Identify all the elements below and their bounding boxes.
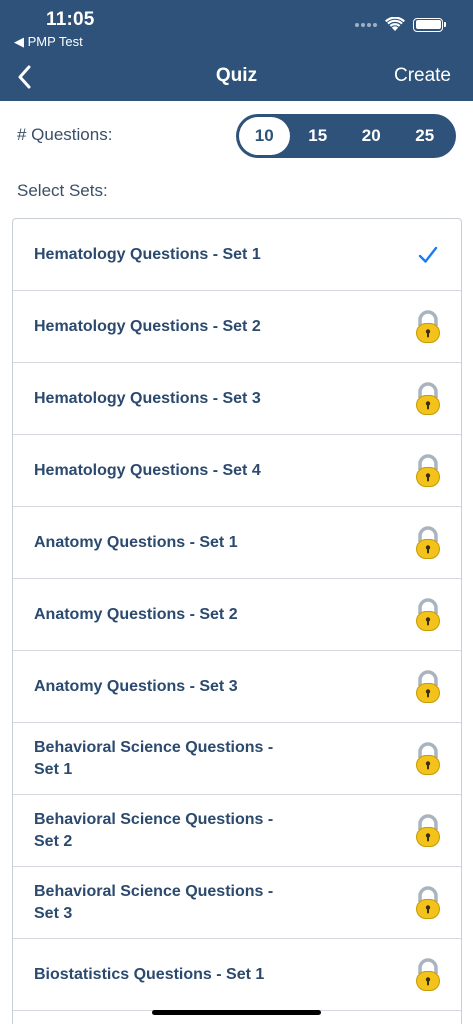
set-label: Hematology Questions - Set 4: [34, 461, 261, 479]
set-label: Hematology Questions - Set 2: [34, 317, 261, 335]
questions-option-20[interactable]: 20: [346, 117, 397, 155]
battery-icon: [413, 17, 446, 32]
cellular-signal-icon: [355, 22, 377, 27]
home-indicator: [152, 1010, 321, 1015]
set-row[interactable]: Anatomy Questions - Set 2: [13, 579, 461, 651]
set-label: Anatomy Questions - Set 1: [34, 533, 238, 551]
set-row[interactable]: Anatomy Questions - Set 1: [13, 507, 461, 579]
lock-icon: [415, 453, 441, 488]
set-label: Hematology Questions - Set 3: [34, 389, 261, 407]
set-label: Anatomy Questions - Set 2: [34, 605, 238, 623]
set-row[interactable]: Hematology Questions - Set 4: [13, 435, 461, 507]
status-time: 11:05: [46, 9, 95, 30]
questions-option-25[interactable]: 25: [400, 117, 451, 155]
status-indicators: [355, 17, 446, 32]
lock-icon: [415, 741, 441, 776]
questions-option-15[interactable]: 15: [293, 117, 344, 155]
questions-option-10[interactable]: 10: [239, 117, 290, 155]
set-label: Behavioral Science Questions - Set 1: [34, 738, 274, 778]
set-row[interactable]: Anatomy Questions - Set 3: [13, 651, 461, 723]
lock-icon: [415, 669, 441, 704]
app-header: 11:05 ◀ PMP Test Quiz Create: [0, 0, 473, 101]
select-sets-label: Select Sets:: [17, 181, 108, 200]
set-label: Biostatistics Questions - Set 1: [34, 965, 265, 983]
set-row[interactable]: Biostatistics Questions - Set 1: [13, 939, 461, 1011]
set-label: Behavioral Science Questions - Set 2: [34, 810, 274, 850]
wifi-icon: [385, 17, 405, 31]
lock-icon: [415, 525, 441, 560]
questions-count-selector: 10 15 20 25: [236, 114, 456, 158]
lock-icon: [415, 309, 441, 344]
create-button[interactable]: Create: [394, 65, 451, 87]
sets-list: Hematology Questions - Set 1 Hematology Q…: [12, 218, 462, 1024]
set-label: Hematology Questions - Set 1: [34, 245, 261, 263]
set-row[interactable]: Hematology Questions - Set 3: [13, 363, 461, 435]
lock-icon: [415, 813, 441, 848]
set-row[interactable]: Behavioral Science Questions - Set 2: [13, 795, 461, 867]
set-label: Behavioral Science Questions - Set 3: [34, 882, 274, 922]
checkmark-icon: [415, 238, 441, 272]
lock-icon: [415, 957, 441, 992]
lock-icon: [415, 885, 441, 920]
set-row[interactable]: Behavioral Science Questions - Set 1: [13, 723, 461, 795]
set-label: Anatomy Questions - Set 3: [34, 677, 238, 695]
status-back-app[interactable]: ◀ PMP Test: [14, 34, 83, 50]
set-row[interactable]: Hematology Questions - Set 1: [13, 219, 461, 291]
questions-count-label: # Questions:: [17, 125, 113, 144]
set-row[interactable]: Behavioral Science Questions - Set 3: [13, 867, 461, 939]
lock-icon: [415, 597, 441, 632]
lock-icon: [415, 381, 441, 416]
set-row[interactable]: Hematology Questions - Set 2: [13, 291, 461, 363]
